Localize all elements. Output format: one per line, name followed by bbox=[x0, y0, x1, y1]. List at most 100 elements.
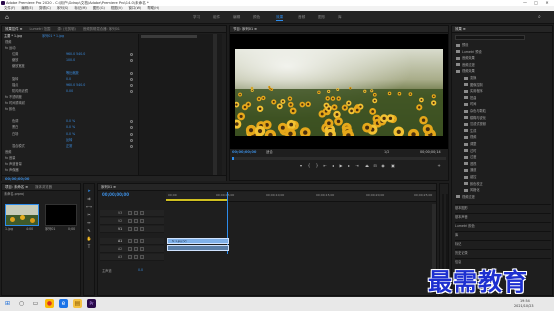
effects-folder-item[interactable]: 颜色校正 bbox=[464, 181, 483, 187]
effects-folder-item[interactable]: 实用程序 bbox=[464, 88, 483, 94]
reset-parameter-icon[interactable] bbox=[130, 71, 133, 75]
audio-clip[interactable] bbox=[167, 245, 229, 251]
effects-folder-item[interactable]: 视频效果 bbox=[456, 68, 475, 74]
chrome-icon[interactable]: ● bbox=[45, 299, 54, 308]
export-frame-icon[interactable]: ◉ bbox=[380, 163, 386, 169]
effects-folder-item[interactable]: 透视 bbox=[464, 161, 476, 167]
effect-property-value[interactable]: 0.00 bbox=[66, 89, 73, 94]
premiere-taskbar-icon[interactable]: Pr bbox=[87, 299, 96, 308]
track-header[interactable]: A1 bbox=[100, 238, 164, 245]
sync-icon[interactable] bbox=[134, 227, 138, 231]
workspace-effects[interactable]: 效果 bbox=[276, 15, 284, 21]
effect-controls-timecode[interactable]: 00;00;00;00 bbox=[5, 176, 29, 182]
effects-folder-item[interactable]: 过时 bbox=[464, 148, 476, 154]
tab-source[interactable]: 源: (无剪辑) bbox=[57, 27, 75, 31]
tab-program-monitor[interactable]: 节目: 序列01 ≡ bbox=[233, 27, 257, 31]
workspace-learn[interactable]: 学习 bbox=[193, 15, 200, 20]
lock-icon[interactable] bbox=[128, 247, 132, 251]
eye-icon[interactable] bbox=[140, 247, 144, 251]
lock-icon[interactable] bbox=[128, 211, 132, 215]
slip-tool-icon[interactable]: ↔ bbox=[86, 220, 92, 226]
effect-property-value[interactable]: 960.0 540.0 bbox=[66, 83, 85, 88]
reset-parameter-icon[interactable] bbox=[130, 83, 133, 87]
task-view-icon[interactable]: ▭ bbox=[31, 299, 40, 308]
collapsed-panel-tab[interactable]: 基本图形 bbox=[455, 204, 551, 210]
effects-folder-item[interactable]: 模糊与锐化 bbox=[464, 115, 486, 121]
effect-property-value[interactable]: 0.0 % bbox=[66, 132, 75, 137]
keyframe-area[interactable] bbox=[138, 34, 222, 176]
effects-folder-item[interactable]: 预设 bbox=[456, 42, 468, 48]
mark-in-icon[interactable]: { bbox=[306, 163, 312, 169]
collapsed-panel-tab[interactable]: Lumetri 颜色 bbox=[455, 222, 551, 228]
reset-parameter-icon[interactable] bbox=[130, 53, 133, 57]
work-area-bar[interactable] bbox=[166, 199, 228, 201]
eye-icon[interactable] bbox=[140, 239, 144, 243]
effects-folder-item[interactable]: 键控 bbox=[464, 174, 476, 180]
play-icon[interactable]: ▶ bbox=[338, 163, 344, 169]
workspace-color[interactable]: 颜色 bbox=[253, 15, 260, 20]
lock-icon[interactable] bbox=[128, 255, 132, 259]
lift-icon[interactable]: ⏏ bbox=[364, 163, 370, 169]
eye-icon[interactable] bbox=[140, 219, 144, 223]
tab-effects[interactable]: 效果 ≡ bbox=[455, 27, 466, 31]
project-thumb-image[interactable] bbox=[5, 204, 39, 226]
extract-icon[interactable]: ⊟ bbox=[372, 163, 378, 169]
lock-icon[interactable] bbox=[128, 227, 132, 231]
pen-tool-icon[interactable]: ✎ bbox=[86, 228, 92, 234]
tab-media-browser[interactable]: 媒体浏览器 bbox=[35, 185, 52, 189]
effect-property-value[interactable]: 0.0 bbox=[66, 77, 71, 82]
master-volume-value[interactable]: 0.0 bbox=[138, 268, 143, 272]
collapsed-panel-tab[interactable]: 基本声音 bbox=[455, 213, 551, 219]
video-clip[interactable]: fx 1.jpg [V] bbox=[167, 238, 229, 244]
eye-icon[interactable] bbox=[140, 255, 144, 259]
monitor-scrubber[interactable] bbox=[232, 157, 446, 160]
reset-parameter-icon[interactable] bbox=[130, 126, 133, 130]
reset-parameter-icon[interactable] bbox=[130, 132, 133, 136]
effect-property-value[interactable]: 960.0 540.0 bbox=[66, 52, 85, 57]
go-to-out-icon[interactable]: ⇥ bbox=[354, 163, 360, 169]
workspace-assembly[interactable]: 组件 bbox=[213, 15, 220, 20]
timeline-timecode[interactable]: 00;00;00;00 bbox=[102, 192, 129, 197]
effect-property-value[interactable]: 0.0 % bbox=[66, 125, 75, 130]
monitor-current-timecode[interactable]: 00;00;00;00 bbox=[232, 150, 256, 154]
eye-icon[interactable] bbox=[140, 227, 144, 231]
collapsed-panel-tab[interactable]: 历史记录 bbox=[455, 249, 551, 255]
track-header[interactable]: A3 bbox=[100, 254, 164, 261]
effects-folder-item[interactable]: 扭曲 bbox=[464, 95, 476, 101]
workspace-editing[interactable]: 编辑 bbox=[233, 15, 240, 20]
home-icon[interactable]: ⌂ bbox=[5, 14, 9, 21]
effects-folder-item[interactable]: 视频 bbox=[464, 134, 476, 140]
add-marker-icon[interactable]: ▾ bbox=[298, 163, 304, 169]
reset-parameter-icon[interactable] bbox=[130, 144, 133, 148]
effects-folder-item[interactable]: 杂色与颗粒 bbox=[464, 108, 486, 114]
track-header[interactable]: A2 bbox=[100, 246, 164, 253]
effects-search-input[interactable] bbox=[455, 35, 525, 40]
effect-property-value[interactable]: 等比缩放 bbox=[66, 71, 79, 76]
effects-folder-item[interactable]: 过渡 bbox=[464, 154, 476, 160]
effects-folder-item[interactable]: 音频效果 bbox=[456, 55, 475, 61]
razor-tool-icon[interactable]: ✂ bbox=[86, 212, 92, 218]
resolution-dropdown[interactable]: 1/2 bbox=[384, 150, 389, 155]
tab-project[interactable]: 项目: 未命名 ≡ bbox=[5, 185, 28, 189]
video-viewport[interactable] bbox=[230, 34, 448, 149]
hand-tool-icon[interactable]: ✋ bbox=[86, 236, 92, 242]
clock-time[interactable]: 19:54 bbox=[520, 299, 530, 303]
track-header[interactable]: V1 bbox=[100, 226, 164, 233]
effects-folder-item[interactable]: 生成 bbox=[464, 128, 476, 134]
reset-parameter-icon[interactable] bbox=[130, 89, 133, 93]
type-tool-icon[interactable]: T bbox=[86, 244, 92, 250]
reset-parameter-icon[interactable] bbox=[130, 138, 133, 142]
step-forward-icon[interactable]: ▸ bbox=[346, 163, 352, 169]
effects-folder-item[interactable]: 沉浸式视频 bbox=[464, 121, 486, 127]
reset-parameter-icon[interactable] bbox=[130, 59, 133, 63]
sync-icon[interactable] bbox=[134, 255, 138, 259]
effect-property-value[interactable]: 反转 bbox=[66, 138, 72, 143]
tab-effect-controls[interactable]: 效果控件 ≡ bbox=[5, 27, 22, 31]
playhead-marker[interactable] bbox=[232, 157, 234, 160]
tab-audio-clip-mixer[interactable]: 音频剪辑混合器: 序列01 bbox=[83, 27, 120, 31]
go-to-in-icon[interactable]: ⇤ bbox=[322, 163, 328, 169]
reset-parameter-icon[interactable] bbox=[130, 77, 133, 81]
track-header[interactable]: V2 bbox=[100, 218, 164, 225]
time-ruler[interactable]: 00;00 00;00;05;00 00;00;10;00 00;00;15;0… bbox=[166, 192, 436, 202]
effects-folder-item[interactable]: 调整 bbox=[464, 141, 476, 147]
